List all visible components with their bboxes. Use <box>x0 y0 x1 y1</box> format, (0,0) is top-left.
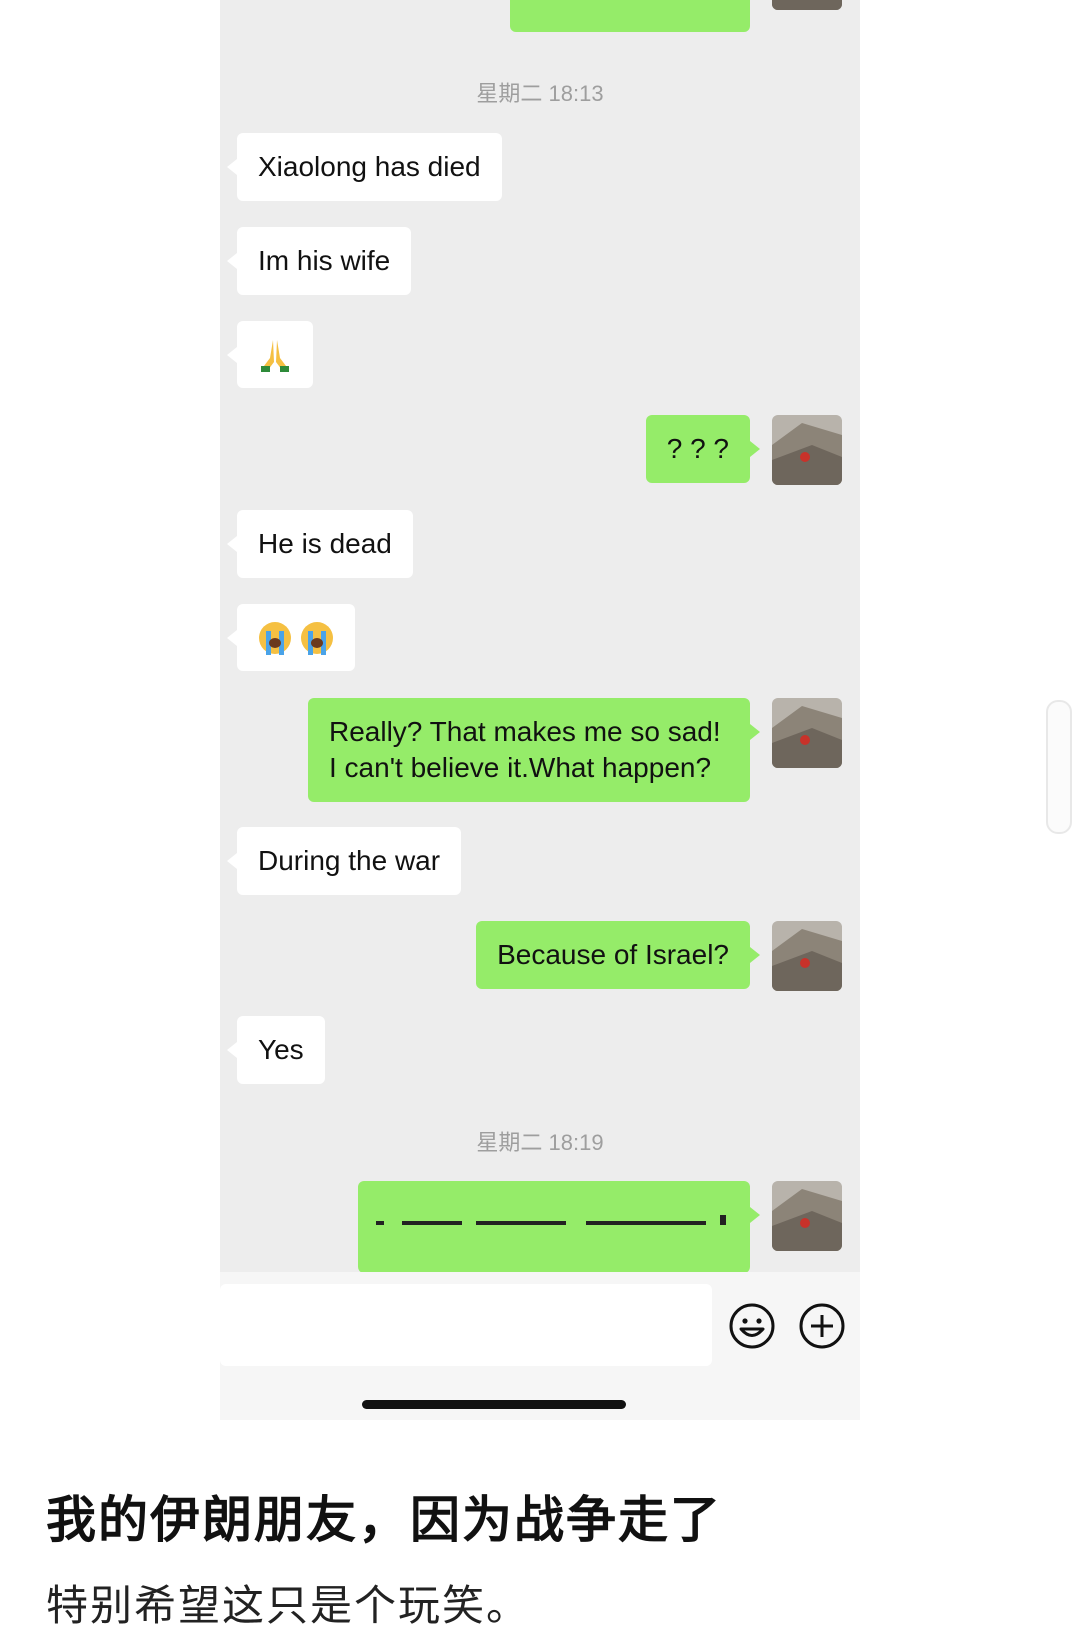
chat-message-list[interactable]: 星期二 18:13 Xiaolong has died Im his wife … <box>220 0 860 1272</box>
folded-hands-icon <box>261 339 289 372</box>
mountain-photo-icon <box>772 415 842 485</box>
mountain-photo-icon <box>772 921 842 991</box>
more-options-button[interactable] <box>798 1302 846 1350</box>
my-avatar[interactable] <box>772 0 842 10</box>
plus-circle-icon <box>799 1303 845 1349</box>
outgoing-bubble-cutoff[interactable] <box>358 1181 760 1272</box>
outgoing-message-bubble[interactable]: ? ? ? <box>645 415 761 483</box>
my-avatar[interactable] <box>772 921 842 991</box>
post-subtitle: 特别希望这只是个玩笑。 <box>46 1581 531 1630</box>
incoming-message-bubble[interactable]: Yes <box>227 1016 325 1084</box>
incoming-message-bubble[interactable]: He is dead <box>227 510 413 578</box>
timestamp: 星期二 18:13 <box>476 81 604 106</box>
mountain-photo-icon <box>772 1181 842 1251</box>
crying-face-icon <box>259 621 291 655</box>
my-avatar[interactable] <box>772 415 842 485</box>
outgoing-message-bubble[interactable]: Really? That makes me so sad! I can't be… <box>308 698 760 802</box>
mountain-photo-icon <box>772 698 842 768</box>
scrollbar-handle[interactable] <box>1046 700 1072 834</box>
message-input[interactable] <box>220 1284 712 1366</box>
cropped-text-fragment <box>376 1215 726 1225</box>
crying-face-icon <box>300 621 333 655</box>
incoming-message-bubble[interactable]: During the war <box>226 827 462 895</box>
emoji-button[interactable] <box>728 1302 776 1350</box>
incoming-message-bubble[interactable]: Xiaolong has died <box>227 133 502 201</box>
mountain-photo-icon <box>772 0 842 10</box>
incoming-emoji-bubble[interactable] <box>227 604 355 671</box>
incoming-message-bubble[interactable]: Im his wife <box>226 227 412 295</box>
outgoing-bubble-cutoff[interactable] <box>510 0 750 32</box>
outgoing-message-bubble[interactable]: Because of Israel? <box>476 921 760 989</box>
incoming-emoji-bubble[interactable] <box>227 321 313 388</box>
timestamp: 星期二 18:19 <box>476 1130 604 1155</box>
my-avatar[interactable] <box>772 1181 842 1251</box>
my-avatar[interactable] <box>772 698 842 768</box>
post-title: 我的伊朗朋友，因为战争走了 <box>46 1491 722 1549</box>
smiley-face-icon <box>729 1303 775 1349</box>
chat-input-bar <box>220 1272 860 1420</box>
chat-screenshot: 星期二 18:13 Xiaolong has died Im his wife … <box>220 0 860 1420</box>
home-indicator[interactable] <box>362 1400 626 1409</box>
